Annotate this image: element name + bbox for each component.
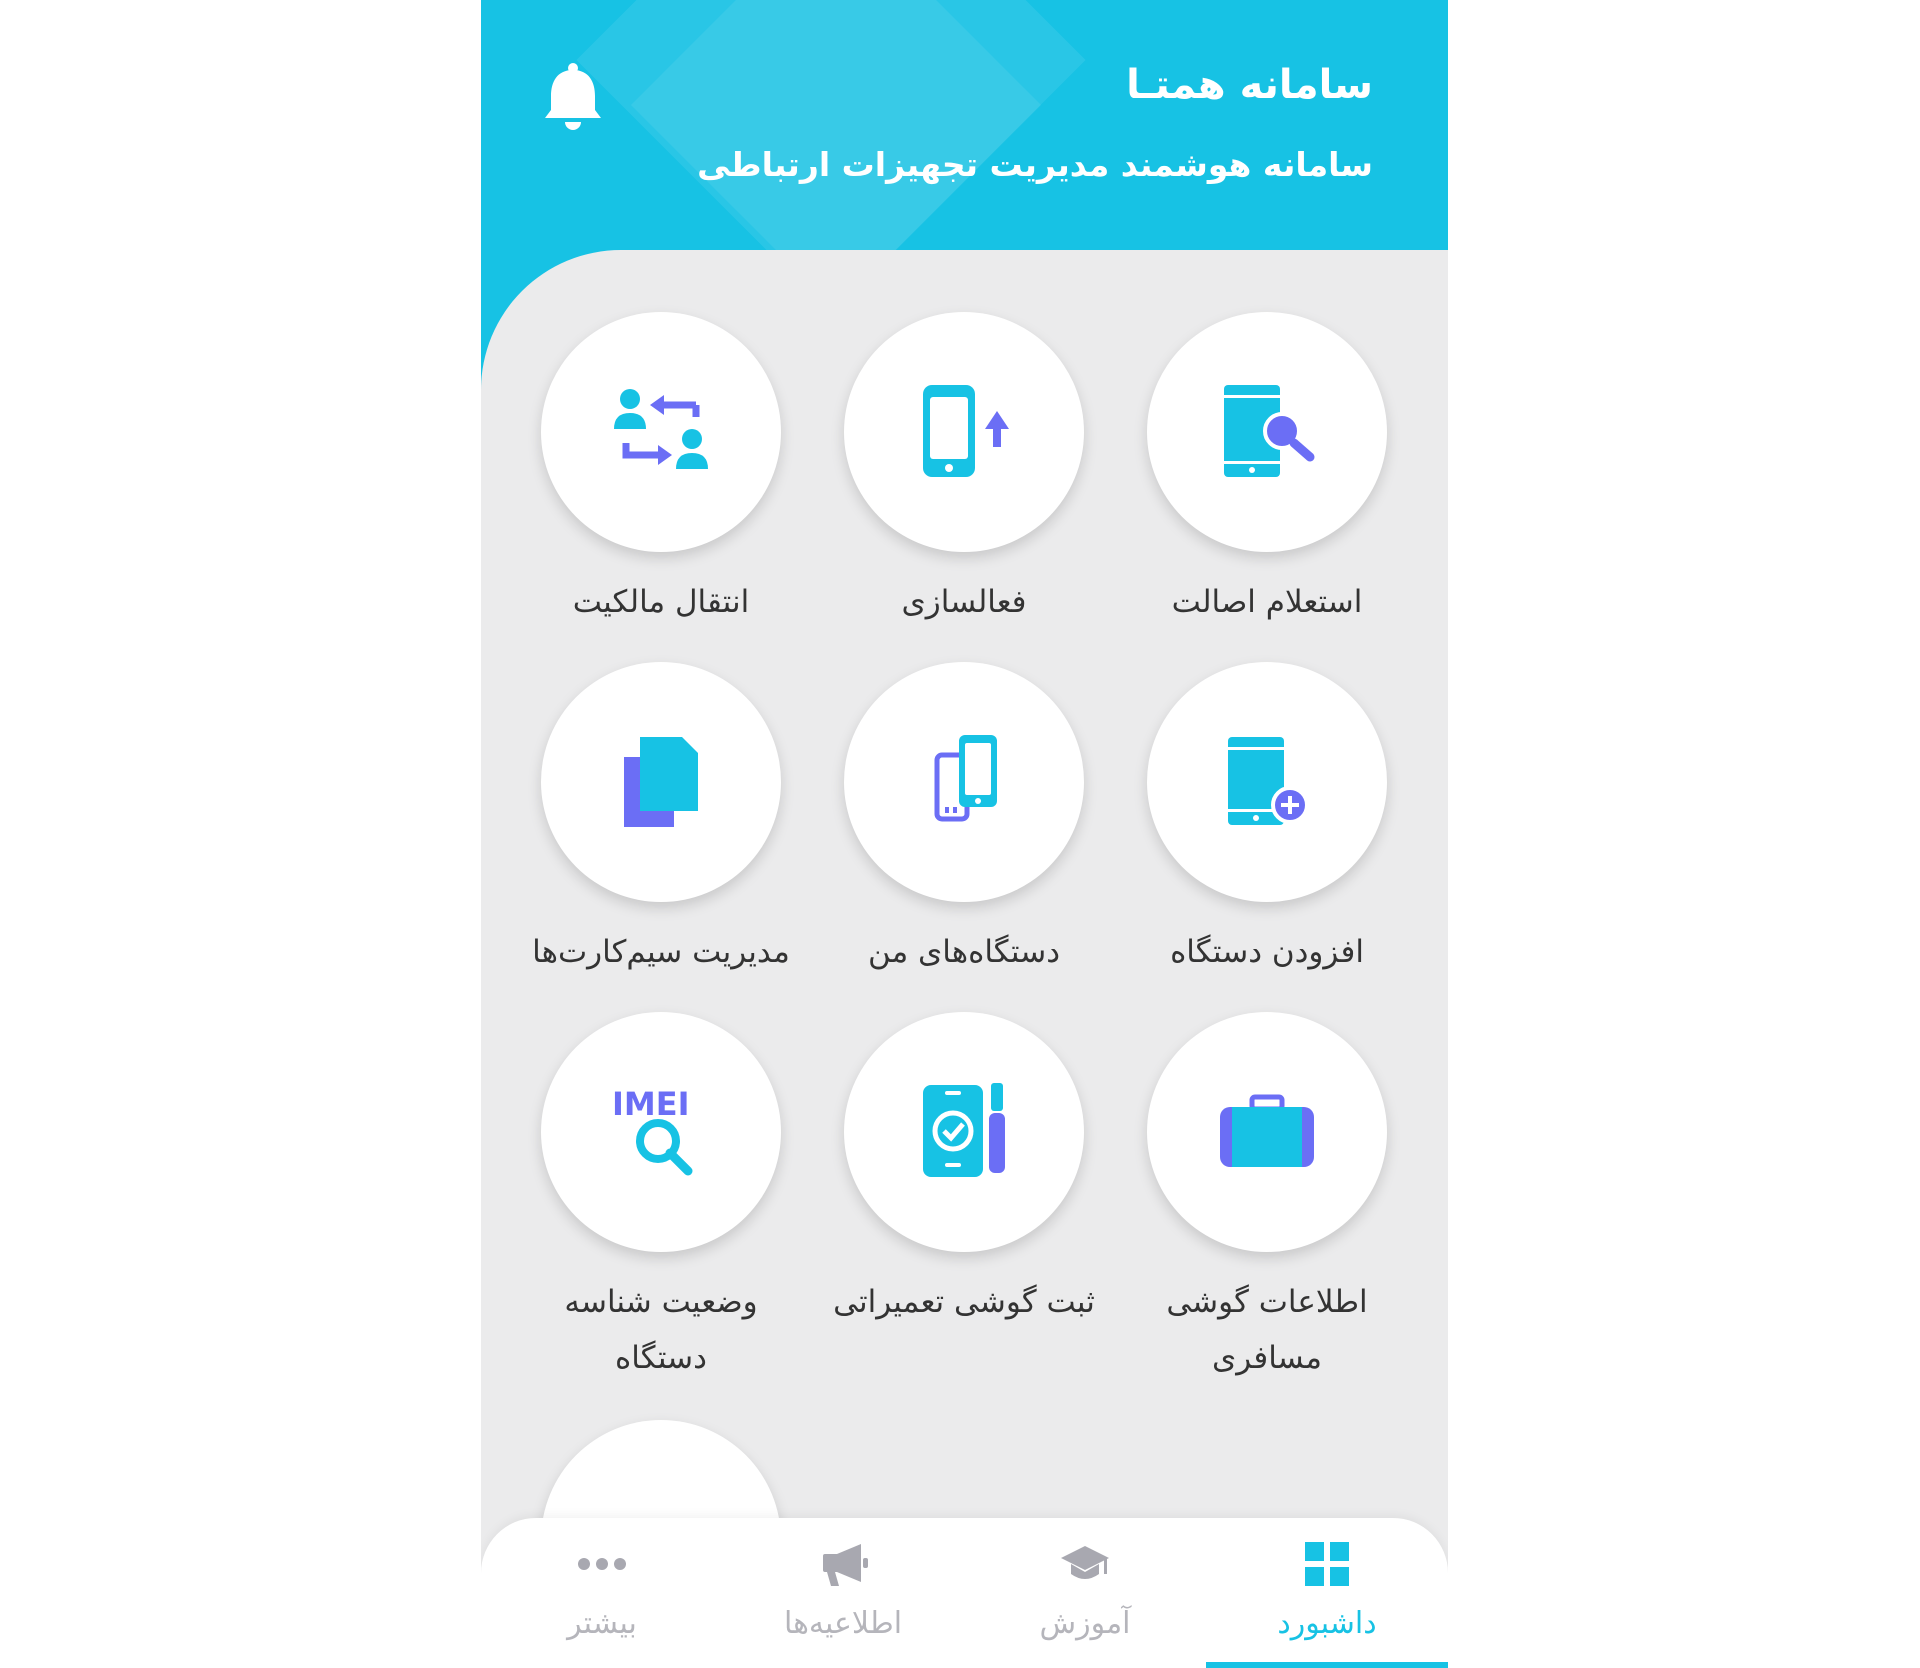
tile-authenticity-inquiry[interactable]: استعلام اصالت (1117, 312, 1417, 630)
tile-circle[interactable] (541, 312, 781, 552)
tile-ownership-transfer[interactable]: انتقال مالکیت (511, 312, 811, 630)
active-tab-indicator (1206, 1662, 1448, 1668)
nav-education[interactable]: آموزش (964, 1518, 1206, 1668)
tile-label: استعلام اصالت (1171, 584, 1363, 620)
dashboard-grid-icon (1206, 1536, 1448, 1592)
app-header: سامانه همتـا سامانه هوشمند مدیریت تجهیزا… (481, 0, 1448, 250)
suitcase-icon (1220, 1094, 1314, 1167)
tile-circle[interactable] (1147, 1012, 1387, 1252)
tile-circle[interactable] (844, 662, 1084, 902)
tile-label: دستگاه‌های من (867, 934, 1061, 970)
tile-activation[interactable]: فعالسازی (814, 312, 1114, 630)
nav-label: اطلاعیه‌ها (783, 1606, 903, 1641)
tile-label-line: دستگاه (615, 1340, 707, 1376)
more-dots-icon (481, 1536, 723, 1592)
tile-circle[interactable] (541, 662, 781, 902)
tile-label-line: مسافری (1212, 1340, 1322, 1376)
app-title: سامانه همتـا (1126, 62, 1373, 108)
nav-label: بیشتر (567, 1606, 637, 1641)
nav-label: آموزش (1039, 1606, 1131, 1641)
nav-dashboard[interactable]: داشبورد (1206, 1518, 1448, 1668)
tile-traveler-phone-info[interactable]: اطلاعات گوشی مسافری (1117, 1012, 1417, 1386)
graduation-cap-icon (964, 1536, 1206, 1592)
imei-search-icon: IMEI (612, 1085, 693, 1176)
tile-sim-card-management[interactable]: مدیریت سیم‌کارت‌ها (511, 662, 811, 980)
tile-label: مدیریت سیم‌کارت‌ها (532, 934, 790, 970)
app-subtitle: سامانه هوشمند مدیریت تجهیزات ارتباطی (697, 145, 1373, 184)
phone-search-icon (1224, 385, 1315, 477)
tile-add-device[interactable]: افزودن دستگاه (1117, 662, 1417, 980)
tile-circle[interactable] (1147, 662, 1387, 902)
tile-device-id-status[interactable]: IMEI وضعیت شناسه دستگاه (511, 1012, 811, 1386)
services-grid: استعلام اصالت فعالسازی انتقال مالکیت افز… (481, 250, 1448, 1668)
imei-label: IMEI (612, 1085, 690, 1123)
tile-repair-phone-registration[interactable]: ثبت گوشی تعمیراتی (814, 1012, 1114, 1330)
tile-circle[interactable]: IMEI (541, 1012, 781, 1252)
tile-label: وضعیت شناسه دستگاه (511, 1274, 811, 1386)
phone-upload-icon (923, 385, 1009, 477)
tile-my-devices[interactable]: دستگاه‌های من (814, 662, 1114, 980)
repair-phone-icon (923, 1083, 1005, 1177)
nav-more[interactable]: بیشتر (481, 1518, 723, 1668)
nav-announcements[interactable]: اطلاعیه‌ها (722, 1518, 964, 1668)
bottom-navigation: داشبورد آموزش اطلا (481, 1518, 1448, 1668)
my-devices-icon (934, 735, 997, 822)
tile-label: اطلاعات گوشی مسافری (1117, 1274, 1417, 1386)
tile-circle[interactable] (844, 1012, 1084, 1252)
tile-label-line: وضعیت شناسه (564, 1284, 758, 1320)
tile-label: انتقال مالکیت (572, 584, 750, 620)
tile-label-line: اطلاعات گوشی (1166, 1284, 1368, 1320)
tile-circle[interactable] (1147, 312, 1387, 552)
ownership-transfer-icon (614, 389, 708, 469)
sim-cards-icon (624, 737, 698, 827)
add-device-icon (1228, 737, 1309, 825)
tile-label: فعالسازی (901, 584, 1027, 620)
tile-label: ثبت گوشی تعمیراتی (833, 1284, 1095, 1320)
megaphone-icon (722, 1536, 964, 1592)
tile-circle[interactable] (844, 312, 1084, 552)
bell-icon[interactable] (541, 62, 605, 134)
app-screen: سامانه همتـا سامانه هوشمند مدیریت تجهیزا… (481, 0, 1448, 1668)
nav-label: داشبورد (1277, 1606, 1377, 1641)
tile-label: افزودن دستگاه (1170, 934, 1364, 970)
